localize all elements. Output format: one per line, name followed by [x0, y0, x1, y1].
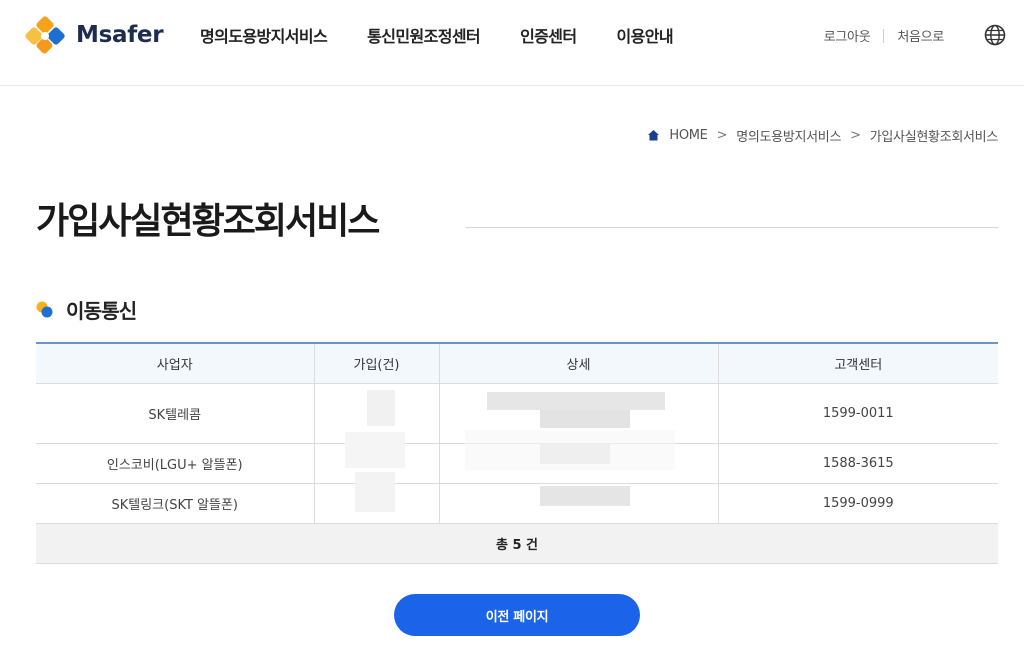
contact-cell: 1599-0999 [717, 483, 998, 524]
table-row: SK텔레콤 1599-0011 [36, 383, 998, 444]
table-row: 인스코비(LGU+ 알뜰폰) 1588-3615 [36, 443, 998, 484]
site-header: Msafer 명의도용방지서비스 통신민원조정센터 인증센터 이용안내 로그아웃… [0, 0, 1024, 86]
title-divider [466, 227, 998, 228]
breadcrumb-service[interactable]: 명의도용방지서비스 [736, 126, 841, 145]
carrier-cell: 인스코비(LGU+ 알뜰폰) [36, 443, 314, 484]
count-cell [313, 483, 439, 524]
breadcrumb: HOME > 명의도용방지서비스 > 가입사실현황조회서비스 [647, 126, 998, 145]
detail-cell [438, 443, 718, 484]
section-bullet-icon [36, 301, 53, 317]
count-cell [313, 443, 439, 484]
nav-item-complaint-center[interactable]: 통신민원조정센터 [367, 23, 481, 47]
carrier-cell: SK텔링크(SKT 알뜰폰) [36, 483, 314, 524]
column-header-count: 가입(건) [313, 343, 439, 384]
home-icon [648, 130, 660, 141]
chevron-right-icon: > [850, 128, 861, 143]
page-title: 가입사실현황조회서비스 [36, 201, 380, 242]
msafer-logo-icon [25, 16, 65, 54]
logo[interactable]: Msafer [24, 16, 164, 54]
total-count: 총 5 건 [36, 523, 998, 564]
home-link[interactable]: 처음으로 [897, 26, 944, 45]
subscription-table: 사업자 가입(건) 상세 고객센터 SK텔레콤 1599-0011 인스코비(L… [36, 342, 998, 564]
table-total-row: 총 5 건 [36, 523, 998, 564]
column-header-contact: 고객센터 [717, 343, 998, 384]
contact-cell: 1599-0011 [717, 383, 998, 444]
detail-cell [438, 483, 718, 524]
detail-cell [438, 383, 718, 444]
count-cell [313, 383, 439, 444]
carrier-cell: SK텔레콤 [36, 383, 314, 444]
nav-item-certification-center[interactable]: 인증센터 [520, 23, 577, 47]
table-row: SK텔링크(SKT 알뜰폰) 1599-0999 [36, 483, 998, 524]
contact-cell: 1588-3615 [717, 443, 998, 484]
main-nav: 명의도용방지서비스 통신민원조정센터 인증센터 이용안내 [200, 23, 713, 47]
breadcrumb-current: 가입사실현황조회서비스 [869, 130, 999, 145]
globe-icon[interactable] [984, 24, 1006, 46]
column-header-detail: 상세 [438, 343, 718, 384]
nav-item-usage-guide[interactable]: 이용안내 [617, 23, 674, 47]
breadcrumb-home[interactable]: HOME [669, 128, 708, 143]
previous-page-button[interactable]: 이전 페이지 [394, 594, 640, 636]
nav-item-identity-theft-prevention[interactable]: 명의도용방지서비스 [200, 23, 328, 47]
utility-links: 로그아웃 처음으로 [824, 26, 944, 45]
section-heading: 이동통신 [36, 295, 137, 324]
section-title: 이동통신 [66, 299, 137, 323]
divider [883, 28, 885, 43]
logout-link[interactable]: 로그아웃 [824, 26, 871, 45]
logo-text: Msafer [76, 22, 164, 48]
chevron-right-icon: > [716, 128, 728, 143]
column-header-carrier: 사업자 [36, 343, 314, 384]
